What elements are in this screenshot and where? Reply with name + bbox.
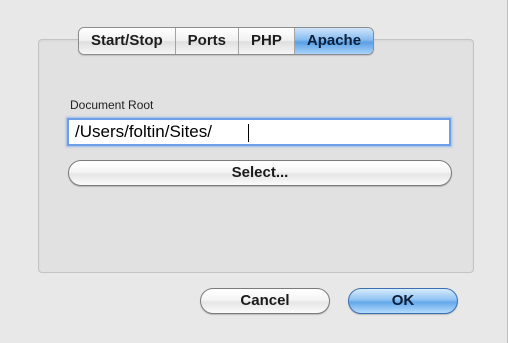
tab-panel <box>38 39 474 273</box>
tab-apache[interactable]: Apache <box>294 28 374 54</box>
tab-bar: Start/Stop Ports PHP Apache <box>78 27 375 55</box>
text-caret <box>248 124 249 142</box>
ok-button[interactable]: OK <box>348 288 458 314</box>
document-root-label: Document Root <box>70 98 154 112</box>
tab-ports[interactable]: Ports <box>175 28 240 54</box>
tab-php[interactable]: PHP <box>239 28 295 54</box>
document-root-field[interactable] <box>67 118 451 146</box>
preferences-window: Start/Stop Ports PHP Apache Document Roo… <box>0 0 508 343</box>
cancel-button[interactable]: Cancel <box>200 288 330 314</box>
tab-start-stop[interactable]: Start/Stop <box>79 28 176 54</box>
select-folder-button[interactable]: Select... <box>68 160 452 186</box>
